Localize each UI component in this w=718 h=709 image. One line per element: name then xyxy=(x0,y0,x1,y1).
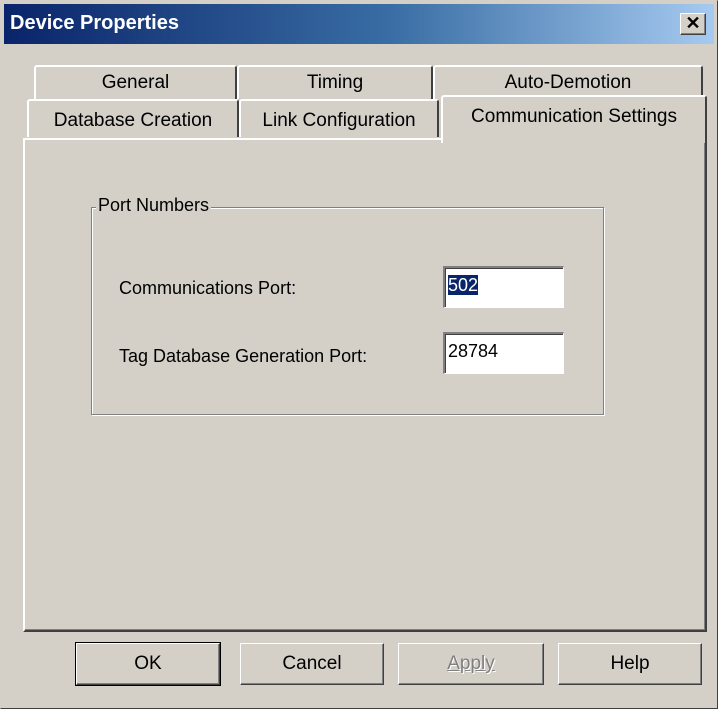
dialog-window: Device Properties ✕ General Timing Auto-… xyxy=(0,0,718,709)
help-label: Help xyxy=(610,653,650,674)
port-numbers-group: Port Numbers Communications Port: 502 Ta… xyxy=(91,195,604,415)
close-icon: ✕ xyxy=(685,13,701,33)
title-bar[interactable]: Device Properties ✕ xyxy=(4,4,714,44)
cancel-label: Cancel xyxy=(282,653,342,674)
tab-panel: Port Numbers Communications Port: 502 Ta… xyxy=(23,138,707,632)
tab-label: Database Creation xyxy=(53,110,213,131)
tab-label: Auto-Demotion xyxy=(504,72,632,93)
tab-communication-settings[interactable]: Communication Settings xyxy=(441,95,707,143)
tab-general[interactable]: General xyxy=(34,65,237,99)
tab-label: General xyxy=(101,72,170,93)
help-button[interactable]: Help xyxy=(558,643,702,685)
tag-database-port-input[interactable]: 28784 xyxy=(443,332,564,374)
tag-database-port-value: 28784 xyxy=(448,341,499,361)
tab-auto-demotion[interactable]: Auto-Demotion xyxy=(433,65,703,99)
group-legend: Port Numbers xyxy=(96,195,212,216)
tab-label: Communication Settings xyxy=(471,106,677,127)
tab-database-creation[interactable]: Database Creation xyxy=(27,99,239,137)
tab-link-configuration[interactable]: Link Configuration xyxy=(239,99,439,137)
tab-label: Timing xyxy=(306,72,364,93)
tag-database-port-label: Tag Database Generation Port: xyxy=(119,346,368,366)
ok-button[interactable]: OK xyxy=(75,642,221,686)
tab-timing[interactable]: Timing xyxy=(237,65,433,99)
window-title: Device Properties xyxy=(10,12,179,34)
close-button[interactable]: ✕ xyxy=(680,13,706,35)
apply-button[interactable]: Apply xyxy=(398,643,544,685)
apply-label: Apply xyxy=(447,653,495,674)
communications-port-value: 502 xyxy=(448,275,479,295)
cancel-button[interactable]: Cancel xyxy=(240,643,384,685)
tab-label: Link Configuration xyxy=(262,110,416,131)
communications-port-label: Communications Port: xyxy=(119,278,297,298)
ok-label: OK xyxy=(134,653,162,674)
communications-port-input[interactable]: 502 xyxy=(443,266,564,308)
